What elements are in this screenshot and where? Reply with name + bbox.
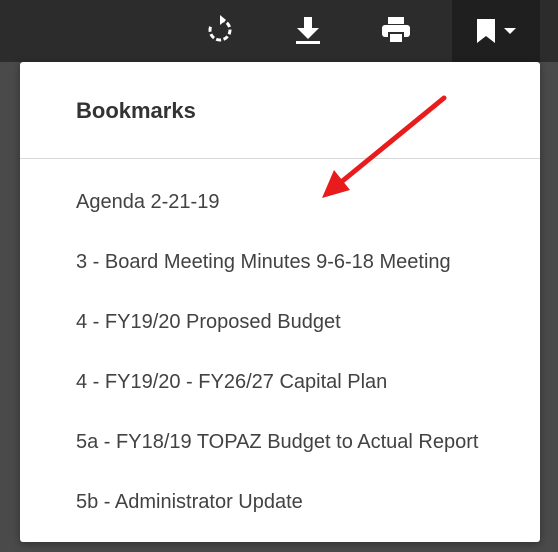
- bookmark-item[interactable]: 3 - Board Meeting Minutes 9-6-18 Meeting: [20, 232, 540, 292]
- print-icon: [382, 17, 410, 43]
- bookmarks-panel: Bookmarks Agenda 2-21-19 3 - Board Meeti…: [20, 62, 540, 542]
- bookmark-icon: [477, 19, 495, 43]
- rotate-icon: [208, 15, 232, 42]
- bookmark-item[interactable]: 4 - FY19/20 Proposed Budget: [20, 292, 540, 352]
- download-icon: [296, 17, 320, 44]
- bookmark-item[interactable]: 5b - Administrator Update: [20, 472, 540, 532]
- divider: [20, 158, 540, 159]
- bookmark-item[interactable]: 4 - FY19/20 - FY26/27 Capital Plan: [20, 352, 540, 412]
- bookmark-item[interactable]: Agenda 2-21-19: [20, 172, 540, 232]
- caret-down-icon: [504, 28, 516, 34]
- bookmarks-toggle-button[interactable]: [452, 0, 540, 62]
- download-button[interactable]: [288, 10, 328, 50]
- bookmarks-title: Bookmarks: [76, 98, 196, 123]
- pdf-toolbar: [0, 0, 558, 62]
- print-button[interactable]: [376, 10, 416, 50]
- rotate-button[interactable]: [200, 10, 240, 50]
- bookmarks-list: Agenda 2-21-19 3 - Board Meeting Minutes…: [20, 172, 540, 532]
- bookmark-item[interactable]: 5a - FY18/19 TOPAZ Budget to Actual Repo…: [20, 412, 540, 472]
